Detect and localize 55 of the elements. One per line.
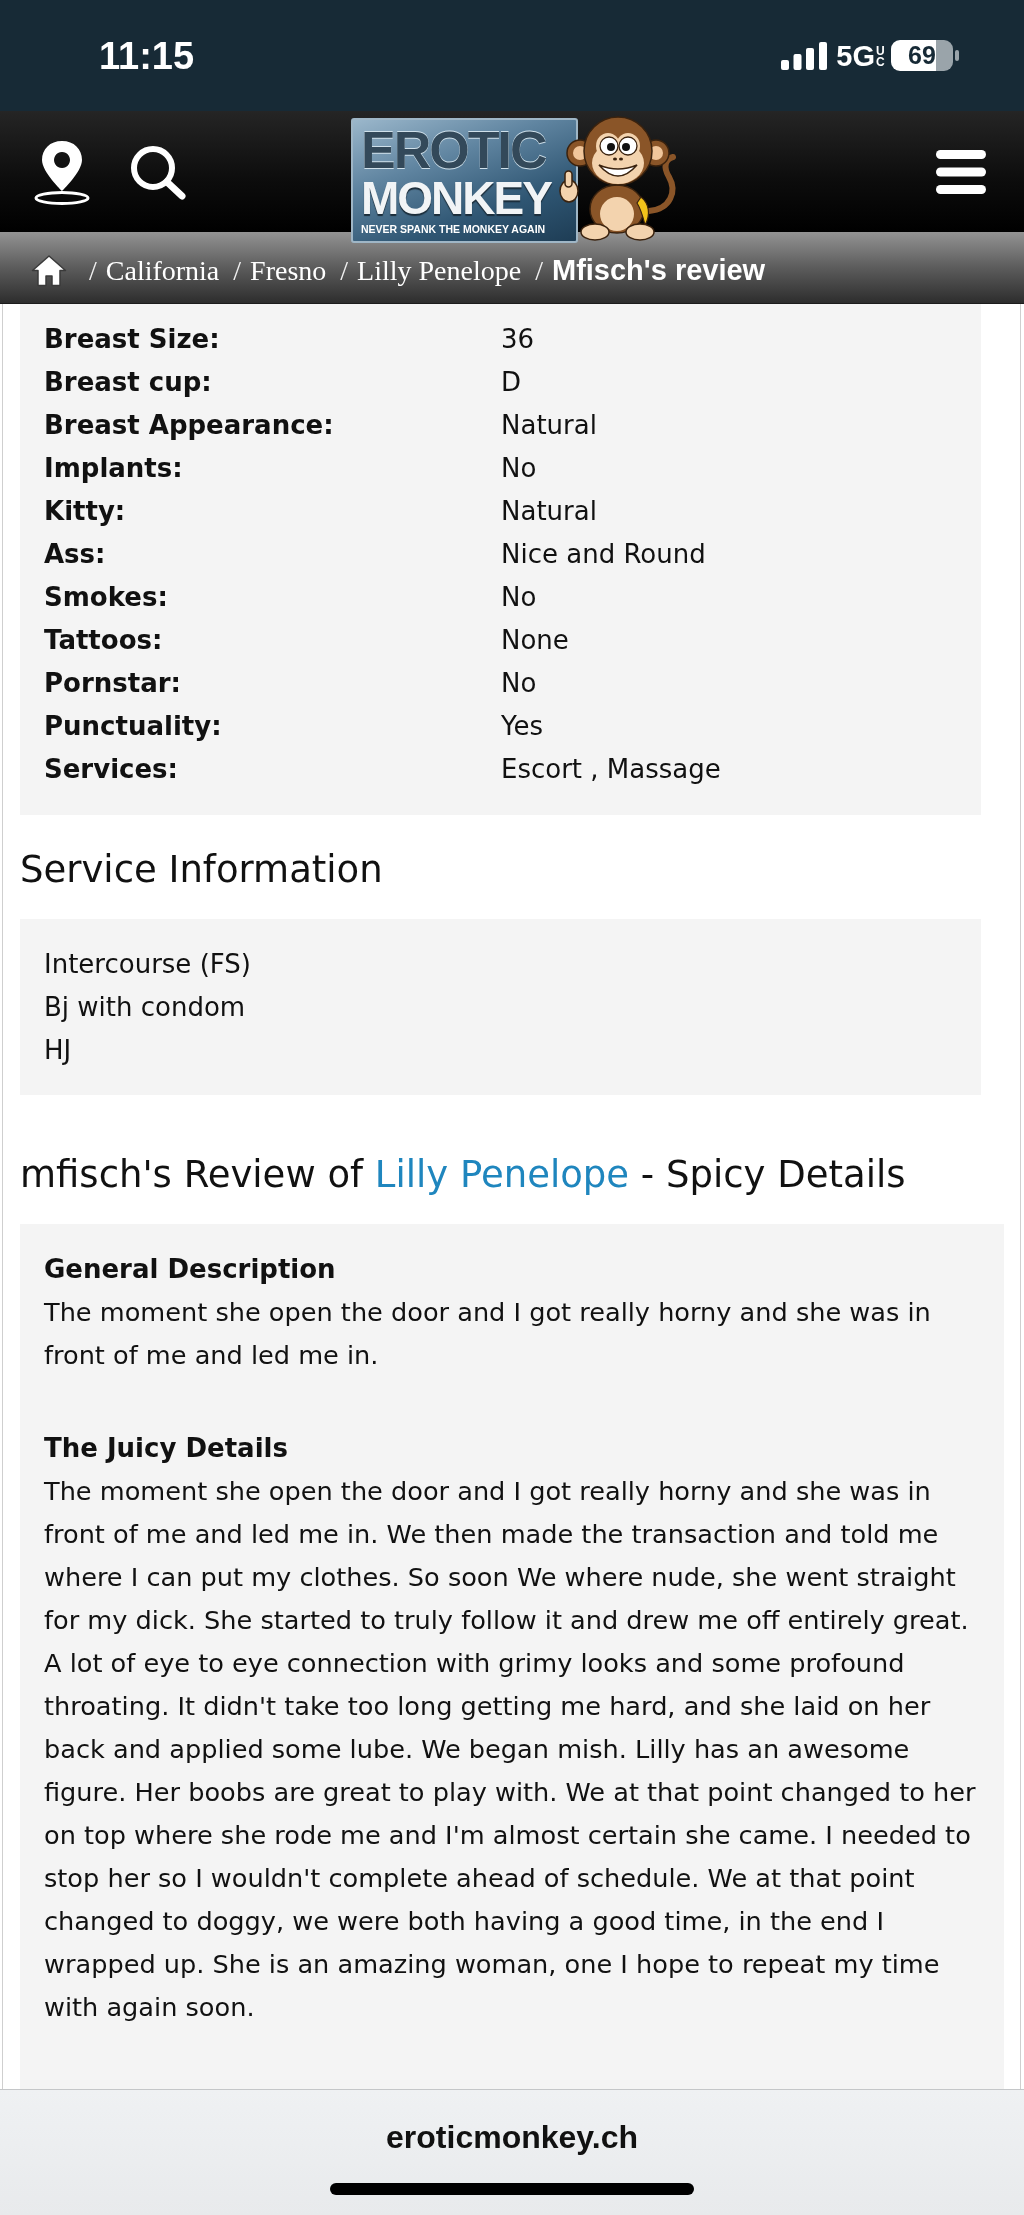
review-paragraph: The moment she open the door and I got really horny and she was in front of me and led me in. We then made the transaction and told me where I can put my clothes. So soon We where nude, she went straight for my dick. She started to truly follow it and drew me off entirely great. A lot of eye to eye connection with grimy looks and some profound throating. It didn't take too long getting me hard, and she laid on her back and applied some lube. We began mish. Lilly has an awesome figure. Her boobs are great to play with. We at that point changed to her on top where she rode me and I'm almost certain she came. I needed to stop her so I wouldn't complete ahead of schedule. We at that point changed to doggy, we were both having a good time, in the end I wrapped up. She is an amazing woman, one I hope to repeat my time with again soon. [44,1474,977,2024]
logo-plate[interactable]: EROTIC MONKEY NEVER SPANK THE MONKEY AGAIN [351,118,578,243]
home-icon[interactable] [31,254,67,287]
breadcrumb-separator: / [340,253,349,288]
breadcrumb-separator: / [233,253,242,288]
signal-strength-icon [781,41,828,70]
current-page-title: Mfisch's review [551,253,766,287]
map-pin-icon[interactable] [33,138,91,205]
detail-value: No [501,581,537,614]
detail-label: Breast Size: [44,323,220,356]
detail-value: Natural [501,495,597,528]
detail-value: 36 [501,323,535,356]
logo-text: EROTIC [361,124,546,176]
breadcrumb-separator: / [535,254,543,288]
breadcrumb-link[interactable]: California [105,253,220,288]
battery-tip-icon [955,50,959,61]
detail-label: Punctuality: [44,710,222,743]
search-icon[interactable] [129,143,187,200]
profile-link[interactable]: Lilly Penelope [374,1153,630,1196]
service-item: Intercourse (FS) [44,947,251,981]
detail-value: Nice and Round [501,538,706,571]
detail-value: No [501,452,537,485]
detail-label: Implants: [44,452,183,485]
menu-icon[interactable] [936,149,986,194]
detail-value: Natural [501,409,597,442]
detail-label: Kitty: [44,495,126,528]
detail-value: D [501,366,522,399]
breadcrumb-separator: / [89,253,97,288]
detail-value: No [501,667,537,700]
detail-label: Services: [44,753,178,786]
review-heading: mfisch's Review of Lilly Penelope - Spicy Details [20,1152,906,1198]
network-suffix: UC [876,45,885,68]
section-heading: Service Information [20,847,383,893]
network-type: 5G [836,39,875,72]
review-subheading: The Juicy Details [44,1431,288,1465]
battery-indicator: 69 [891,40,953,71]
detail-value: None [501,624,569,657]
breadcrumb-link[interactable]: Fresno [250,253,327,288]
review-paragraph: The moment she open the door and I got really horny and she was in front of me and led me in. [44,1295,932,1372]
logo-text: MONKEY [361,176,551,220]
service-item: Bj with condom [44,990,246,1024]
service-item: HJ [44,1033,72,1067]
review-subheading: General Description [44,1252,336,1286]
detail-label: Smokes: [44,581,168,614]
breadcrumb-link[interactable]: Lilly Penelope [357,253,522,288]
address-url[interactable]: eroticmonkey.ch [386,2117,638,2157]
detail-value: Escort , Massage [501,753,721,786]
detail-label: Pornstar: [44,667,181,700]
status-time: 11:15 [99,33,195,78]
detail-label: Ass: [44,538,106,571]
detail-label: Breast cup: [44,366,212,399]
detail-label: Tattoos: [44,624,163,657]
detail-value: Yes [501,710,543,743]
logo-tagline: NEVER SPANK THE MONKEY AGAIN [361,222,546,236]
detail-label: Breast Appearance: [44,409,334,442]
